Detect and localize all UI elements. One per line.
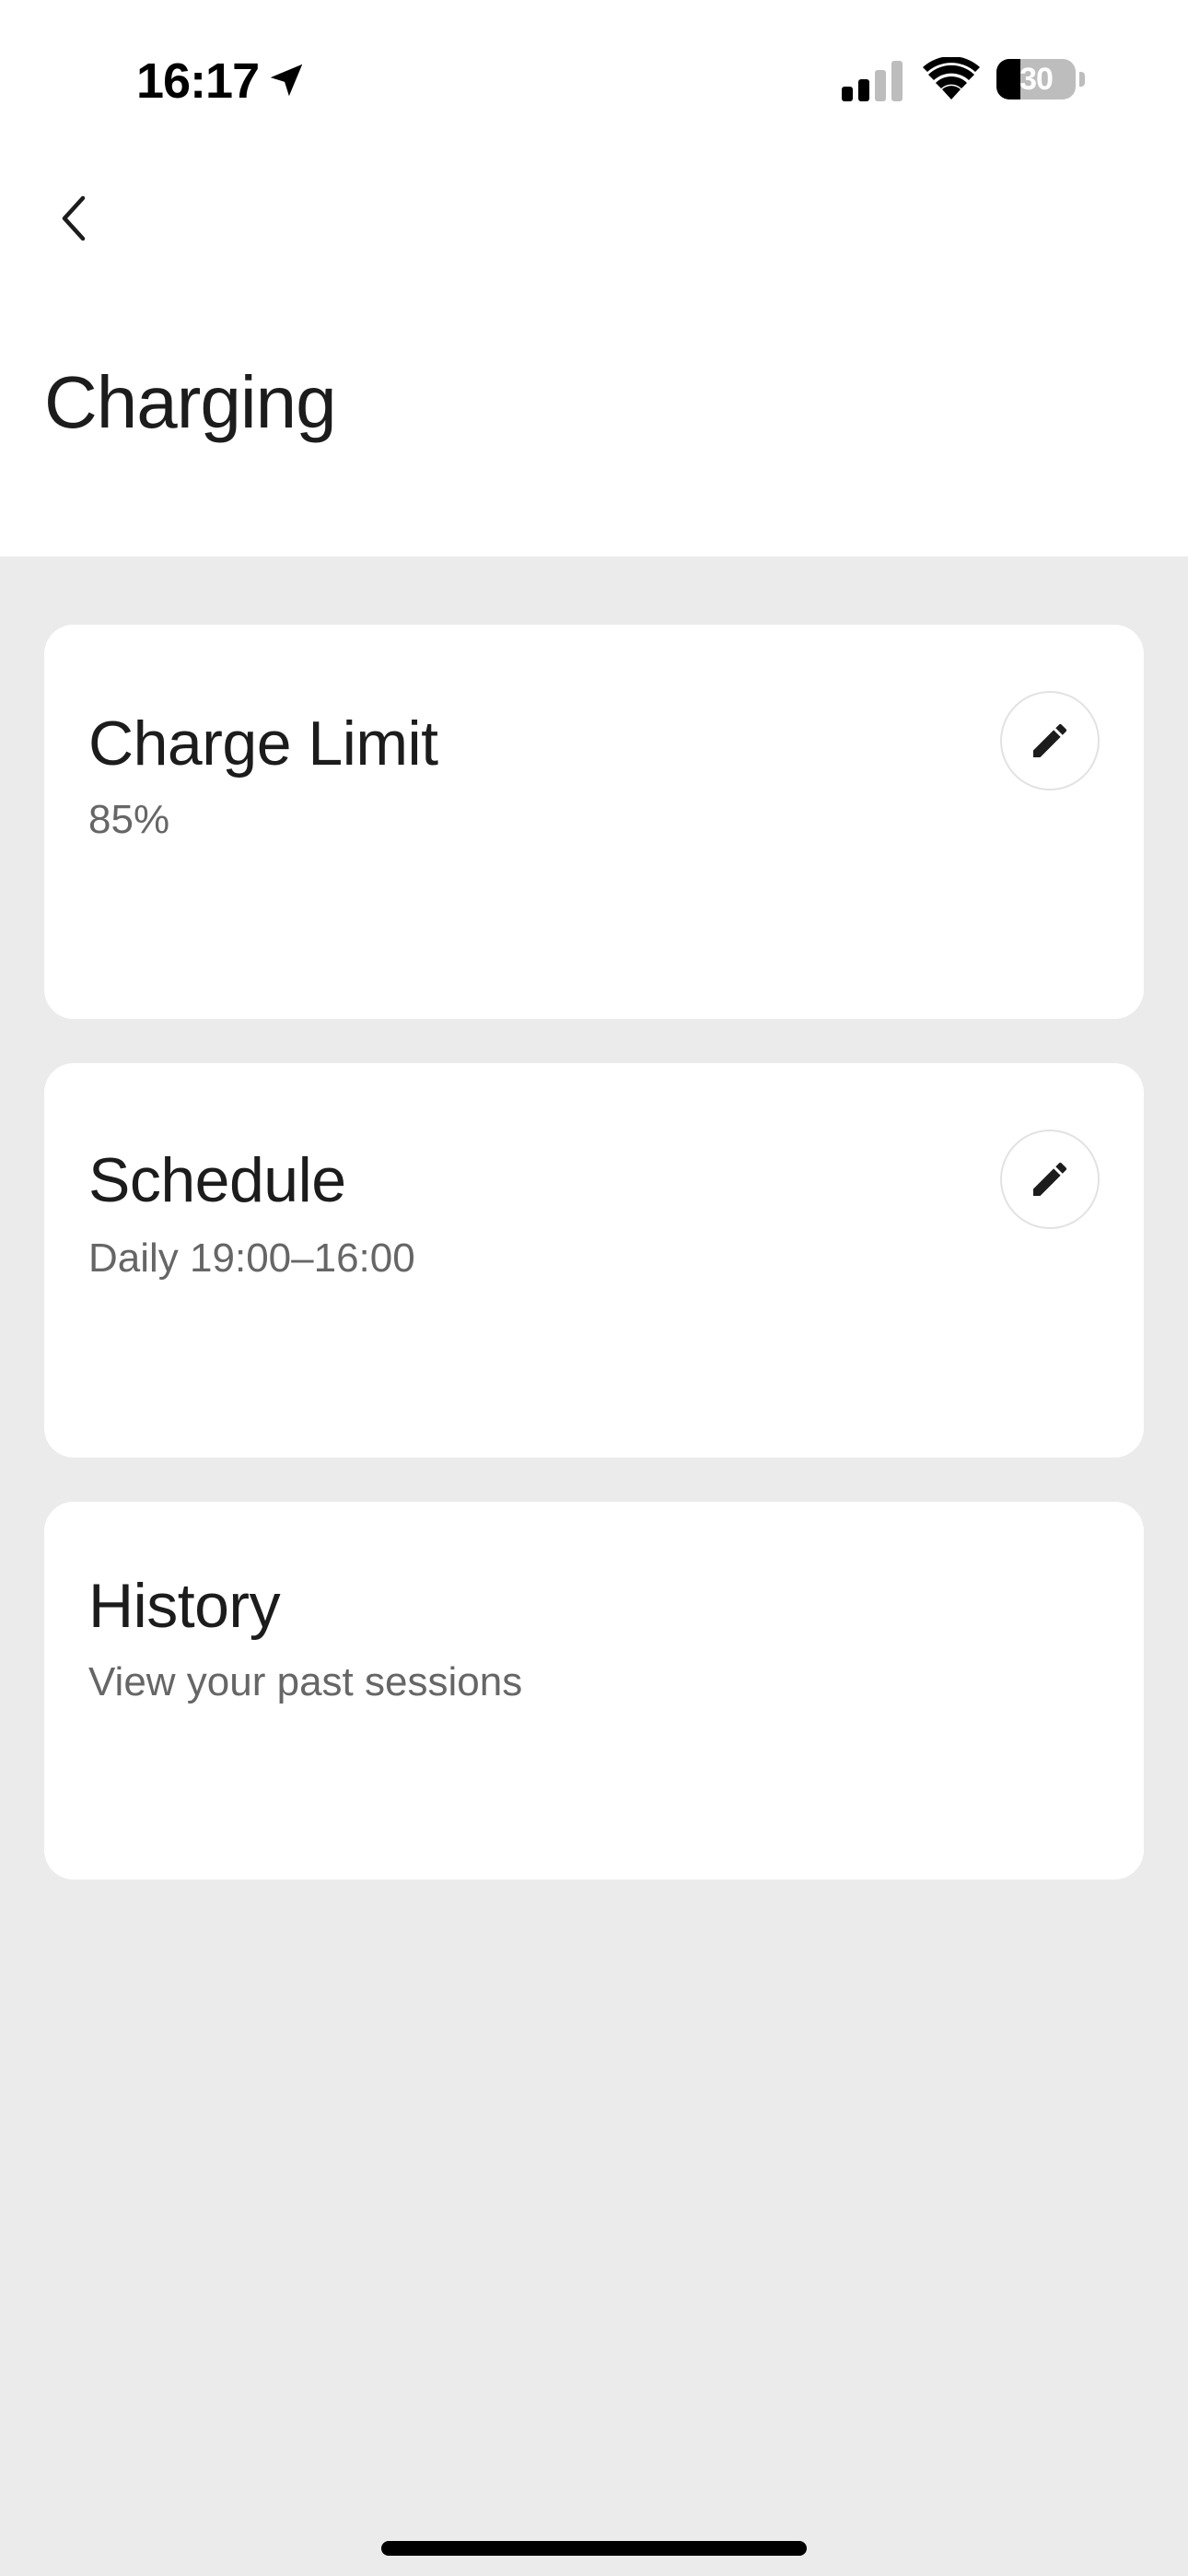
- schedule-value: Daily 19:00–16:00: [88, 1235, 415, 1281]
- history-title: History: [88, 1571, 281, 1641]
- edit-schedule-button[interactable]: [1000, 1130, 1100, 1229]
- battery-icon: 30: [996, 59, 1085, 100]
- history-card[interactable]: History View your past sessions: [44, 1502, 1144, 1879]
- status-bar: 16:17 30: [0, 0, 1188, 157]
- location-arrow-icon: [270, 64, 303, 97]
- pencil-icon: [1033, 1162, 1067, 1196]
- history-subtitle: View your past sessions: [88, 1659, 523, 1704]
- cellular-signal-icon: [842, 61, 903, 101]
- pencil-icon: [1033, 723, 1067, 757]
- battery-level: 30: [1019, 62, 1054, 97]
- charge-limit-card[interactable]: Charge Limit 85%: [44, 625, 1144, 1019]
- home-indicator[interactable]: [381, 2541, 807, 2556]
- header: 16:17 30 Charging: [0, 0, 1188, 556]
- status-time: 16:17: [136, 53, 260, 109]
- charge-limit-value: 85%: [88, 797, 170, 842]
- charging-screen: 16:17 30 Charging Charge Limit 85% Sched…: [0, 0, 1188, 2576]
- charge-limit-title: Charge Limit: [88, 708, 438, 779]
- schedule-title: Schedule: [88, 1145, 346, 1215]
- back-button[interactable]: [44, 184, 103, 252]
- page-title: Charging: [44, 361, 337, 443]
- wifi-icon: [923, 57, 980, 100]
- edit-charge-limit-button[interactable]: [1000, 691, 1100, 790]
- chevron-left-icon: [62, 195, 86, 241]
- schedule-card[interactable]: Schedule Daily 19:00–16:00: [44, 1063, 1144, 1458]
